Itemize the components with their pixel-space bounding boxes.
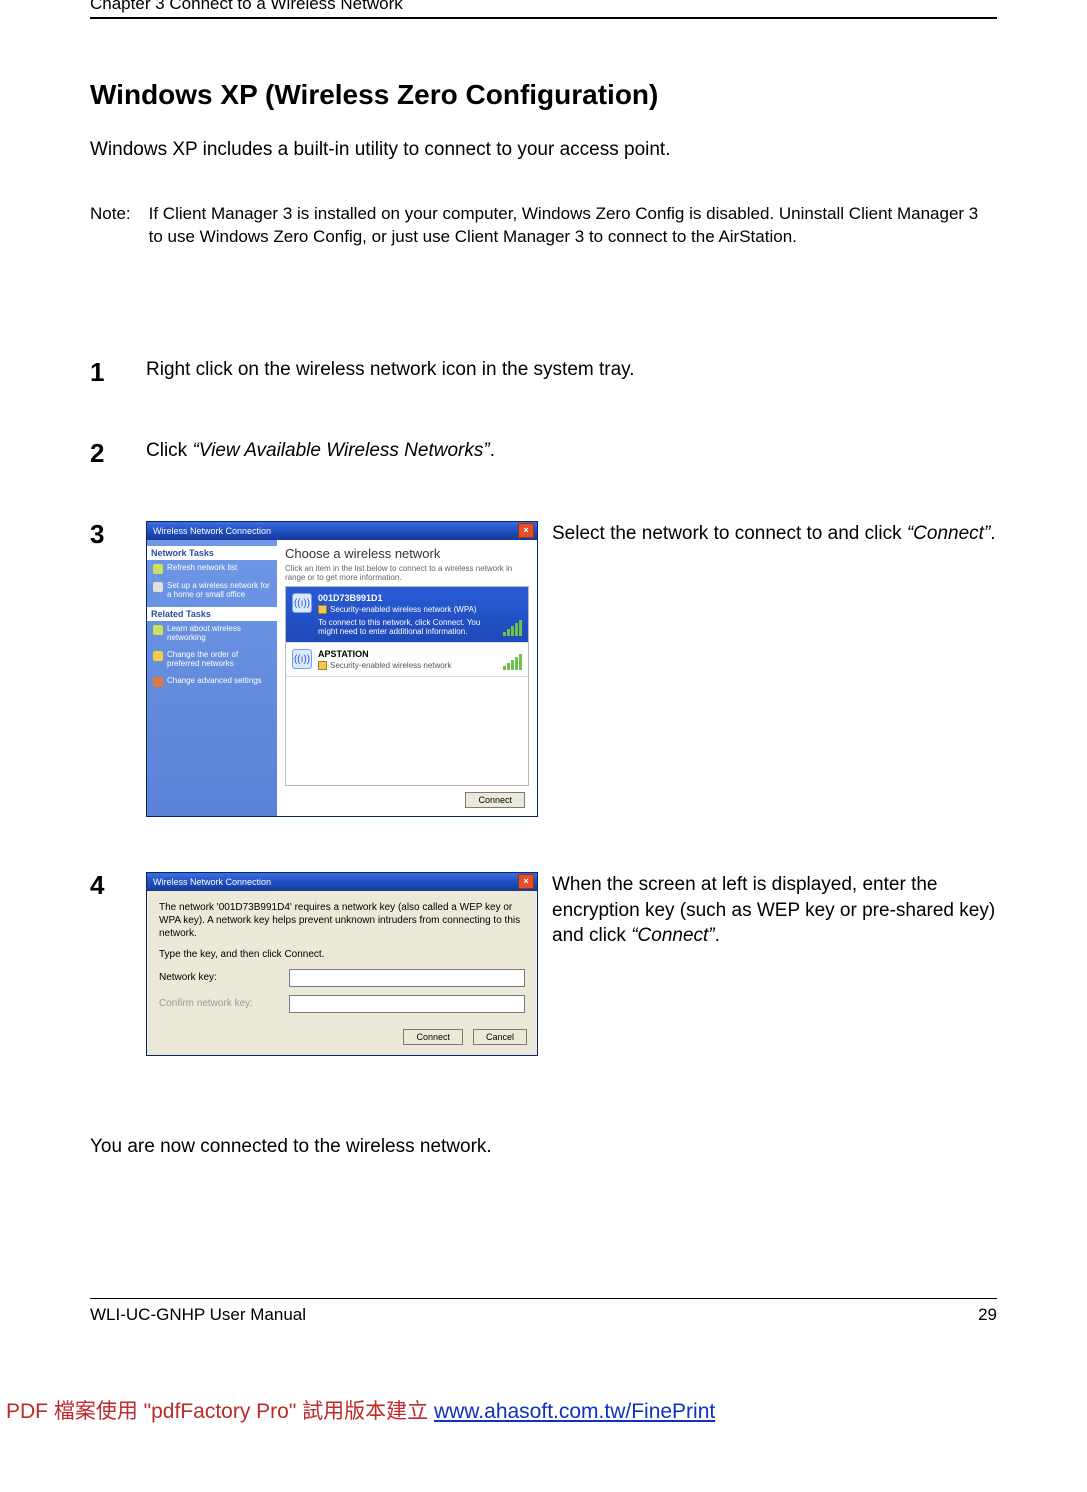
step-4-text: When the screen at left is displayed, en…	[552, 872, 997, 949]
close-icon[interactable]: ×	[518, 874, 534, 889]
manual-name: WLI-UC-GNHP User Manual	[90, 1305, 306, 1325]
watermark-link[interactable]: www.ahasoft.com.tw/FinePrint	[434, 1400, 715, 1423]
pdf-watermark: PDF 檔案使用 "pdfFactory Pro" 試用版本建立 www.aha…	[0, 1395, 1087, 1437]
step-2-text: Click “View Available Wireless Networks”…	[146, 440, 997, 466]
confirm-key-label: Confirm network key:	[159, 997, 279, 1010]
signal-bars-icon	[494, 593, 522, 636]
screenshot-network-key-dialog: Wireless Network Connection × The networ…	[146, 872, 538, 1056]
info-icon	[153, 625, 163, 635]
window-title: Wireless Network Connection	[153, 526, 271, 536]
house-icon	[153, 582, 163, 592]
note-block: Note: If Client Manager 3 is installed o…	[90, 203, 997, 249]
dialog-text-2: Type the key, and then click Connect.	[159, 948, 525, 961]
network-security-label: Security-enabled wireless network	[330, 661, 451, 670]
step-3: 3 Wireless Network Connection × Network …	[90, 521, 997, 817]
step-1-text: Right click on the wireless network icon…	[146, 359, 997, 385]
running-header: Chapter 3 Connect to a Wireless Network	[90, 0, 997, 19]
refresh-icon	[153, 564, 163, 574]
sidebar-heading-network-tasks: Network Tasks	[147, 546, 277, 560]
network-key-input[interactable]	[289, 969, 525, 987]
connect-button[interactable]: Connect	[403, 1029, 463, 1045]
confirm-key-input[interactable]	[289, 995, 525, 1013]
network-key-label: Network key:	[159, 971, 279, 984]
gear-icon	[153, 677, 163, 687]
network-hint: To connect to this network, click Connec…	[318, 618, 488, 636]
page-number: 29	[978, 1305, 997, 1325]
sidebar: Network Tasks Refresh network list Set u…	[147, 540, 277, 816]
step-3-text: Select the network to connect to and cli…	[552, 521, 996, 547]
note-body: If Client Manager 3 is installed on your…	[149, 203, 997, 249]
chapter-label: Chapter 3 Connect to a Wireless Network	[90, 0, 403, 14]
sidebar-item-refresh[interactable]: Refresh network list	[153, 564, 271, 574]
sidebar-item-advanced[interactable]: Change advanced settings	[153, 677, 271, 687]
network-item[interactable]: ((ı)) APSTATION Security-enabled wireles…	[286, 643, 528, 677]
step-2: 2 Click “View Available Wireless Network…	[90, 440, 997, 466]
step-1: 1 Right click on the wireless network ic…	[90, 359, 997, 385]
step-4: 4 Wireless Network Connection × The netw…	[90, 872, 997, 1056]
sidebar-heading-related-tasks: Related Tasks	[147, 607, 277, 621]
lock-icon	[318, 661, 327, 670]
star-icon	[153, 651, 163, 661]
choose-network-heading: Choose a wireless network	[285, 546, 529, 561]
screenshot-choose-network: Wireless Network Connection × Network Ta…	[146, 521, 538, 817]
network-list: ((ı)) 001D73B991D1 Security-enabled wire…	[285, 586, 529, 785]
section-title: Windows XP (Wireless Zero Configuration)	[90, 79, 997, 111]
network-security-label: Security-enabled wireless network (WPA)	[330, 605, 477, 614]
step-number: 3	[90, 521, 112, 817]
window-title: Wireless Network Connection	[153, 877, 271, 887]
choose-network-subtext: Click an item in the list below to conne…	[285, 565, 529, 583]
antenna-icon: ((ı))	[292, 593, 312, 613]
note-label: Note:	[90, 203, 131, 249]
sidebar-item-setup-network[interactable]: Set up a wireless network for a home or …	[153, 582, 271, 600]
page-footer: WLI-UC-GNHP User Manual 29	[90, 1298, 997, 1325]
window-titlebar: Wireless Network Connection ×	[147, 522, 537, 540]
step-number: 2	[90, 440, 112, 466]
cancel-button[interactable]: Cancel	[473, 1029, 527, 1045]
network-item-selected[interactable]: ((ı)) 001D73B991D1 Security-enabled wire…	[286, 587, 528, 643]
intro-text: Windows XP includes a built-in utility t…	[90, 139, 997, 161]
sidebar-item-change-order[interactable]: Change the order of preferred networks	[153, 651, 271, 669]
network-ssid: 001D73B991D1	[318, 593, 488, 603]
connect-button[interactable]: Connect	[465, 792, 525, 808]
closing-text: You are now connected to the wireless ne…	[90, 1136, 997, 1158]
sidebar-item-learn[interactable]: Learn about wireless networking	[153, 625, 271, 643]
step-number: 4	[90, 872, 112, 1056]
dialog-text-1: The network '001D73B991D4' requires a ne…	[159, 901, 525, 940]
network-ssid: APSTATION	[318, 649, 488, 659]
signal-bars-icon	[494, 649, 522, 670]
lock-icon	[318, 605, 327, 614]
step-number: 1	[90, 359, 112, 385]
window-titlebar: Wireless Network Connection ×	[147, 873, 537, 891]
close-icon[interactable]: ×	[518, 523, 534, 538]
antenna-icon: ((ı))	[292, 649, 312, 669]
